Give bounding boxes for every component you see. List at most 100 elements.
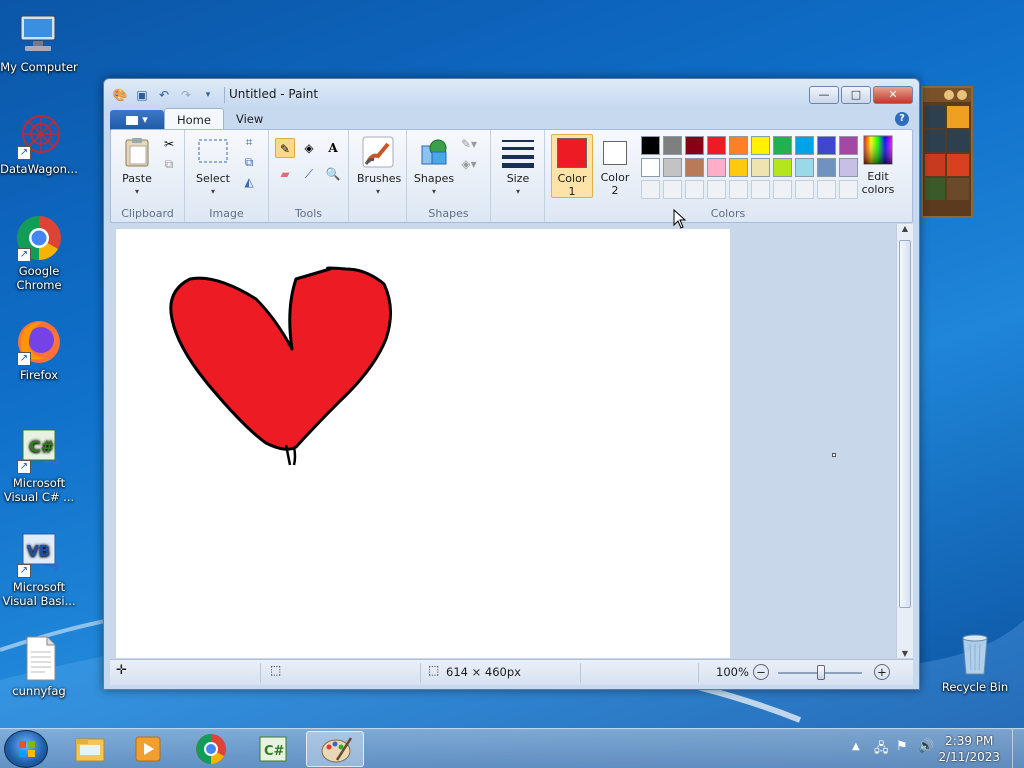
desktop-icon-visual-basic[interactable]: VB ↗ Microsoft Visual Basi...: [0, 530, 78, 608]
cut-icon[interactable]: ✂: [159, 134, 179, 154]
paint-app-icon[interactable]: 🎨: [112, 87, 128, 103]
palette-swatch[interactable]: [663, 158, 682, 177]
palette-swatch[interactable]: [707, 158, 726, 177]
save-icon[interactable]: ▣: [134, 87, 150, 103]
background-game-window[interactable]: [921, 86, 973, 218]
palette-custom-slot[interactable]: [685, 180, 704, 199]
zoom-slider-thumb[interactable]: [817, 665, 825, 680]
resize-icon[interactable]: ⧉: [239, 152, 259, 172]
close-button[interactable]: ✕: [873, 86, 913, 104]
help-button[interactable]: ?: [895, 112, 909, 126]
text-tool-icon[interactable]: A: [323, 138, 343, 158]
fill-icon[interactable]: ◈▾: [459, 154, 479, 174]
desktop-icon-datawagon[interactable]: ↗ DataWagon...: [0, 112, 78, 176]
taskbar-paint[interactable]: [306, 731, 364, 767]
drawing-canvas[interactable]: [116, 229, 730, 658]
palette-swatch[interactable]: [663, 136, 682, 155]
scroll-up-icon[interactable]: ▲: [897, 224, 913, 233]
title-bar[interactable]: 🎨 ▣ ↶ ↷ ▾ Untitled - Paint — □ ✕: [104, 79, 919, 109]
crop-icon[interactable]: ⌗: [239, 132, 259, 152]
canvas-area[interactable]: [110, 224, 899, 658]
palette-swatch[interactable]: [729, 136, 748, 155]
palette-custom-slot[interactable]: [663, 180, 682, 199]
visual-basic-icon: VB ↗: [15, 530, 63, 578]
start-button[interactable]: [4, 730, 48, 768]
size-button[interactable]: Size ▾: [499, 136, 537, 198]
palette-custom-slot[interactable]: [795, 180, 814, 199]
group-label: Clipboard: [121, 207, 174, 220]
desktop-icon-firefox[interactable]: ↗ Firefox: [0, 318, 78, 382]
palette-swatch[interactable]: [641, 158, 660, 177]
ribbon-tabs: ▾ Home View: [110, 108, 275, 130]
minimize-button[interactable]: —: [809, 86, 839, 104]
desktop-icon-cunnyfag[interactable]: cunnyfag: [0, 634, 78, 698]
network-icon[interactable]: 🖧: [874, 739, 889, 761]
maximize-button[interactable]: □: [841, 86, 871, 104]
paint-menu-button[interactable]: ▾: [110, 110, 164, 130]
system-tray: ▲ 🖧 ⚑ 🔊 2:39 PM 2/11/2023: [834, 729, 1024, 768]
palette-custom-slot[interactable]: [707, 180, 726, 199]
palette-swatch[interactable]: [751, 136, 770, 155]
edit-colors-button[interactable]: Edit colors: [855, 134, 901, 196]
redo-icon[interactable]: ↷: [178, 87, 194, 103]
palette-swatch[interactable]: [751, 158, 770, 177]
palette-custom-slot[interactable]: [773, 180, 792, 199]
tab-home[interactable]: Home: [164, 108, 224, 130]
brushes-button[interactable]: Brushes ▾: [357, 136, 401, 198]
palette-swatch[interactable]: [685, 158, 704, 177]
palette-swatch[interactable]: [795, 136, 814, 155]
customize-toolbar-icon[interactable]: ▾: [200, 87, 216, 103]
taskbar-visual-csharp[interactable]: C#: [244, 731, 302, 767]
mouse-cursor: [673, 209, 687, 229]
magnifier-icon[interactable]: 🔍: [323, 164, 343, 184]
palette-swatch[interactable]: [707, 136, 726, 155]
clock[interactable]: 2:39 PM 2/11/2023: [938, 733, 1000, 765]
undo-icon[interactable]: ↶: [156, 87, 172, 103]
scroll-thumb[interactable]: [899, 240, 911, 608]
scroll-down-icon[interactable]: ▼: [897, 649, 913, 658]
shapes-button[interactable]: Shapes ▾: [413, 136, 455, 198]
fill-bucket-icon[interactable]: ◈: [299, 138, 319, 158]
show-hidden-icons[interactable]: ▲: [852, 741, 860, 752]
paste-button[interactable]: Paste ▾: [117, 136, 157, 198]
palette-swatch[interactable]: [817, 136, 836, 155]
color1-button[interactable]: Color 1: [551, 134, 593, 198]
palette-swatch[interactable]: [729, 158, 748, 177]
select-button[interactable]: Select ▾: [191, 136, 235, 198]
show-desktop-button[interactable]: [1012, 729, 1024, 768]
palette-custom-slot[interactable]: [729, 180, 748, 199]
palette-swatch[interactable]: [795, 158, 814, 177]
palette-swatch[interactable]: [773, 158, 792, 177]
vertical-scrollbar[interactable]: ▲ ▼: [896, 224, 913, 658]
taskbar-explorer[interactable]: [60, 731, 118, 767]
palette-swatch[interactable]: [817, 158, 836, 177]
desktop-icon-recycle-bin[interactable]: Recycle Bin: [936, 630, 1014, 694]
volume-icon[interactable]: 🔊: [918, 739, 934, 754]
palette-swatch[interactable]: [685, 136, 704, 155]
pencil-tool-icon[interactable]: ✎: [275, 138, 295, 158]
palette-swatch[interactable]: [773, 136, 792, 155]
tab-view[interactable]: View: [224, 108, 275, 130]
palette-custom-slot[interactable]: [641, 180, 660, 199]
palette-swatch[interactable]: [641, 136, 660, 155]
paint-window[interactable]: 🎨 ▣ ↶ ↷ ▾ Untitled - Paint — □ ✕ ▾ Home …: [103, 78, 920, 690]
palette-custom-slot[interactable]: [817, 180, 836, 199]
rotate-icon[interactable]: ◭: [239, 172, 259, 192]
zoom-out-button[interactable]: −: [753, 664, 769, 680]
eraser-icon[interactable]: ▰: [275, 164, 295, 184]
desktop-icon-my-computer[interactable]: My Computer: [0, 10, 78, 74]
shortcut-arrow-icon: ↗: [17, 564, 31, 578]
canvas-resize-handle[interactable]: [832, 453, 836, 457]
group-label: Shapes: [428, 207, 469, 220]
palette-custom-slot[interactable]: [751, 180, 770, 199]
taskbar-media-player[interactable]: [120, 731, 178, 767]
color2-button[interactable]: Color 2: [595, 134, 635, 198]
action-center-flag-icon[interactable]: ⚑: [896, 739, 908, 754]
taskbar-chrome[interactable]: [182, 731, 240, 767]
color-picker-icon[interactable]: ⟋: [299, 164, 319, 184]
zoom-in-button[interactable]: +: [874, 664, 890, 680]
outline-icon[interactable]: ✎▾: [459, 134, 479, 154]
copy-icon[interactable]: ⧉: [159, 154, 179, 174]
desktop-icon-google-chrome[interactable]: ↗ Google Chrome: [0, 214, 78, 292]
desktop-icon-visual-csharp[interactable]: C# ↗ Microsoft Visual C# ...: [0, 426, 78, 504]
